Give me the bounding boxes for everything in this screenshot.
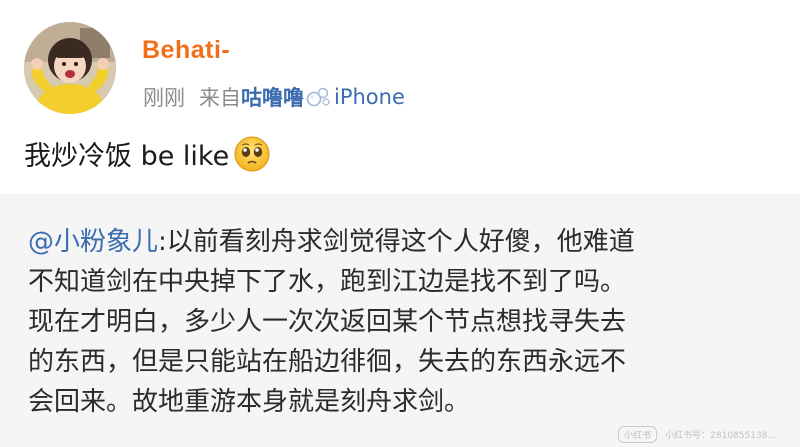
- repost-text: @小粉象儿:以前看刻舟求剑觉得这个人好傻，他难道 不知道剑在中央掉下了水，跑到江…: [28, 222, 778, 422]
- client-name[interactable]: 咕噜噜: [241, 82, 304, 112]
- watermark-badge: 小红书: [618, 426, 658, 443]
- watermark: 小红书 小红书号：2810855138...: [618, 426, 776, 443]
- weibo-post-card: Behati- 刚刚 来自 咕噜噜 iPhone 我炒冷饭 be like @小…: [0, 0, 800, 447]
- post-content: 我炒冷饭 be like: [24, 134, 271, 173]
- user-avatar[interactable]: [24, 22, 116, 114]
- repost-line: 不知道剑在中央掉下了水，跑到江边是找不到了吗。: [28, 267, 627, 297]
- bubbles-icon: [306, 85, 332, 109]
- from-label: 来自: [199, 86, 241, 110]
- post-text: 我炒冷饭 be like: [24, 141, 230, 172]
- post-time: 刚刚: [143, 86, 185, 110]
- avatar-image: [24, 22, 116, 114]
- repost-line: @小粉象儿:以前看刻舟求剑觉得这个人好傻，他难道: [28, 227, 635, 257]
- username[interactable]: Behati-: [142, 36, 230, 65]
- mention-link[interactable]: @小粉象儿: [28, 227, 158, 257]
- pleading-face-emoji-icon: [233, 135, 271, 173]
- device-name[interactable]: iPhone: [334, 85, 405, 109]
- repost-line: 现在才明白，多少人一次次返回某个节点想找寻失去: [28, 307, 627, 337]
- watermark-text: 小红书号：2810855138...: [665, 431, 776, 441]
- post-meta: 刚刚 来自 咕噜噜 iPhone: [143, 82, 405, 112]
- repost-line: 会回来。故地重游本身就是刻舟求剑。: [28, 387, 471, 417]
- repost-line: 的东西，但是只能站在船边徘徊，失去的东西永远不: [28, 347, 627, 377]
